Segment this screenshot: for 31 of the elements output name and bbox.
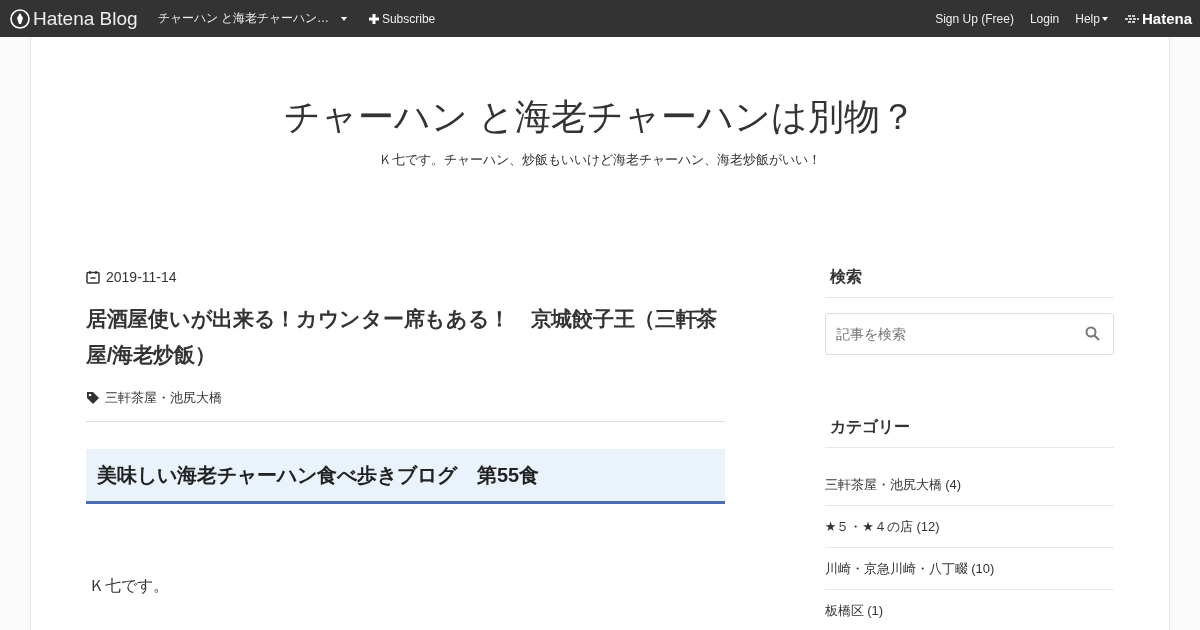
entry-title[interactable]: 居酒屋使いが出来る！カウンター席もある！ 京城餃子王（三軒茶屋/海老炒飯）: [86, 301, 725, 373]
paragraph: Ｋ七です。: [89, 576, 170, 596]
hatena-logo[interactable]: Hatena: [1123, 10, 1192, 27]
section-heading: 美味しい海老チャーハン食べ歩きブログ 第55食: [86, 449, 725, 504]
category-link[interactable]: ★５・★４の店 (12): [824, 519, 940, 534]
category-link[interactable]: 三軒茶屋・池尻大橋 (4): [824, 477, 962, 492]
hatena-wordmark: Hatena: [1141, 10, 1192, 27]
widget-title: 検索: [824, 267, 1114, 298]
blog-title[interactable]: チャーハン と海老チャーハンは別物？: [31, 95, 1169, 139]
tag-icon: [86, 391, 100, 405]
widget-title: カテゴリー: [824, 417, 1114, 448]
search-icon[interactable]: [1085, 326, 1100, 341]
category-link[interactable]: 川崎・京急川崎・八丁畷 (10): [824, 561, 995, 576]
blog-tagline: Ｋ七です。チャーハン、炒飯もいいけど海老チャーハン、海老炒飯がいい！: [378, 151, 822, 169]
blog-menu[interactable]: チャーハン と海老チャーハン…: [157, 10, 347, 27]
brand-name: Hatena Blog: [33, 7, 138, 30]
nav-link[interactable]: Sign Up (Free): [935, 11, 1014, 26]
calendar-icon: [86, 270, 100, 284]
speed-lines-icon: [1123, 13, 1140, 24]
plus-icon: [368, 13, 379, 24]
subscribe-link[interactable]: Subscribe: [368, 11, 436, 26]
hatena-blog-logo[interactable]: Hatena Blog: [10, 7, 138, 30]
caret-icon: [1101, 16, 1108, 21]
category-link[interactable]: 板橋区 (1): [824, 603, 884, 618]
pen-nib-icon: [10, 8, 30, 29]
caret-icon: [340, 16, 347, 21]
category-tag[interactable]: 三軒茶屋・池尻大橋: [105, 389, 222, 407]
entry-date[interactable]: 2019-11-14: [106, 269, 177, 285]
search-field[interactable]: 記事を検索: [824, 313, 1114, 355]
help-menu[interactable]: Help: [1075, 11, 1108, 26]
nav-link[interactable]: Login: [1029, 11, 1060, 26]
